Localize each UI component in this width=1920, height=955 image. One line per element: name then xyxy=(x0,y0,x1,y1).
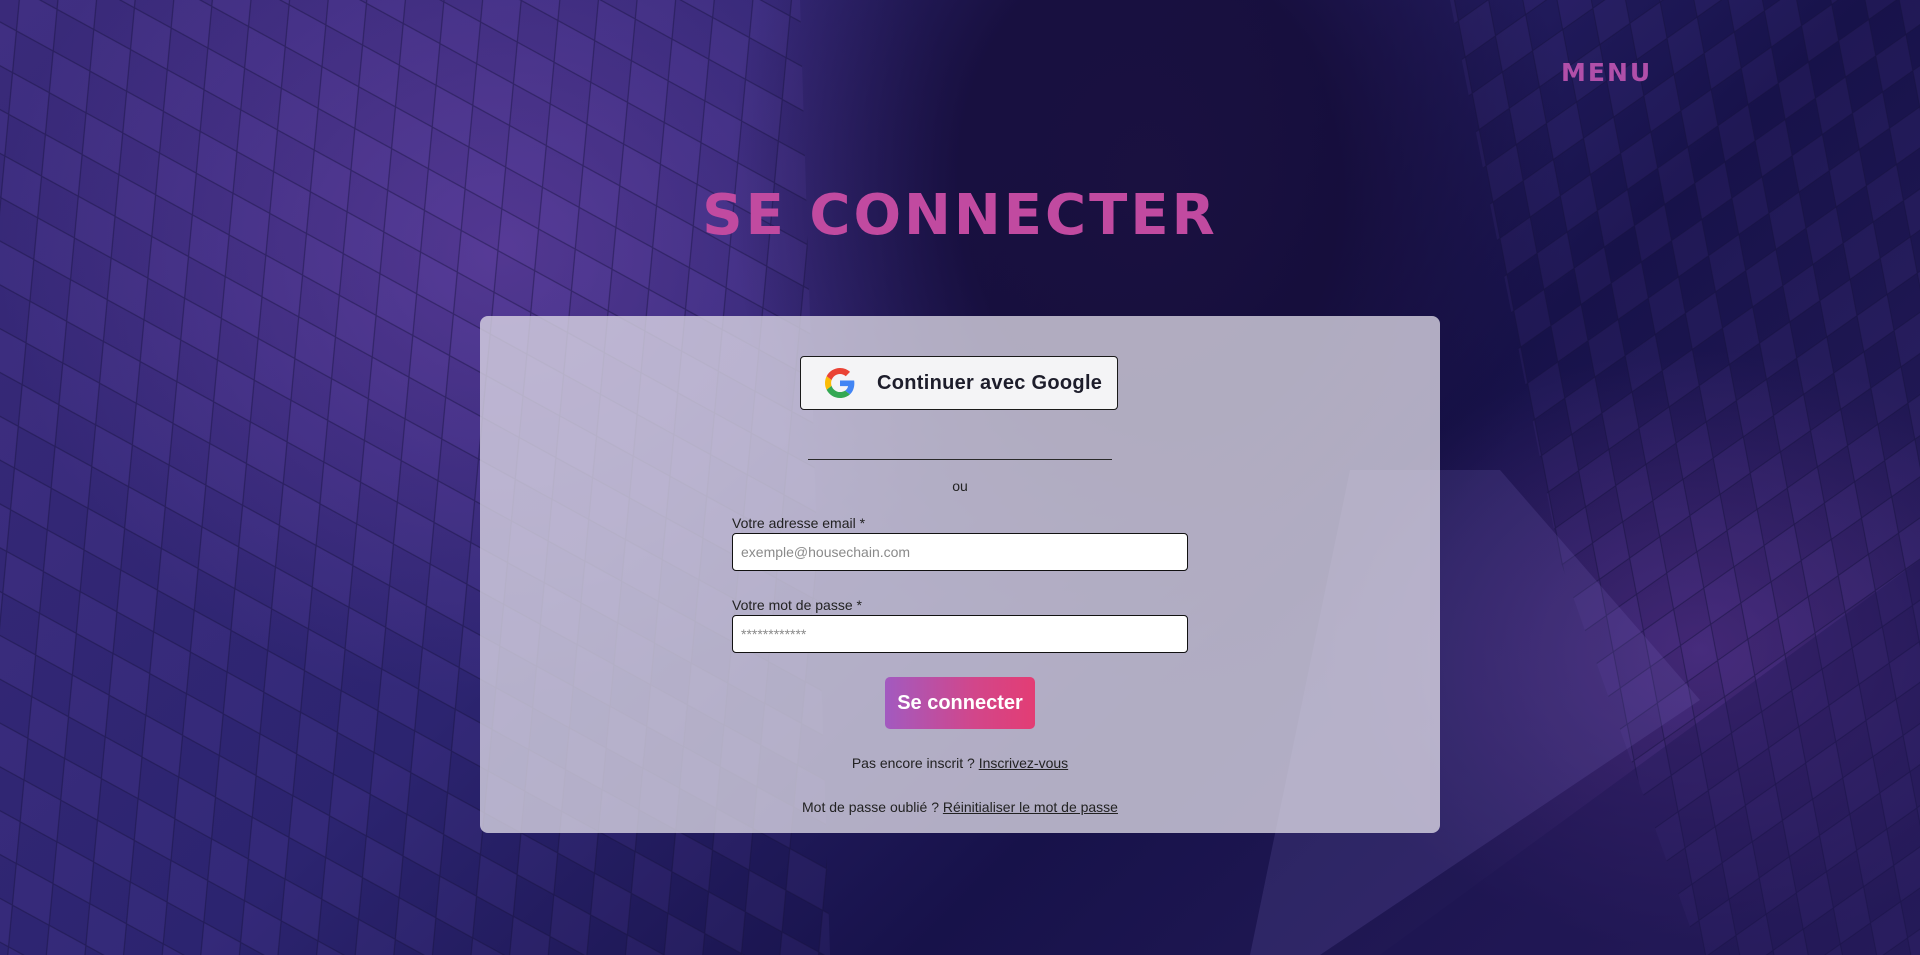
login-submit-button[interactable]: Se connecter xyxy=(885,677,1035,729)
google-icon xyxy=(825,368,855,398)
reset-password-link[interactable]: Réinitialiser le mot de passe xyxy=(943,799,1118,815)
separator-line xyxy=(808,459,1112,460)
forgot-password-prompt: Mot de passe oublié ? xyxy=(802,799,939,815)
password-label: Votre mot de passe * xyxy=(732,597,862,613)
separator-text: ou xyxy=(952,478,968,494)
page-title: SE CONNECTER xyxy=(702,183,1218,248)
signup-line: Pas encore inscrit ? Inscrivez-vous xyxy=(480,755,1440,771)
email-field[interactable] xyxy=(732,533,1188,571)
email-label: Votre adresse email * xyxy=(732,515,866,531)
signup-link[interactable]: Inscrivez-vous xyxy=(979,755,1068,771)
password-field[interactable] xyxy=(732,615,1188,653)
menu-button[interactable]: MENU xyxy=(1561,58,1652,87)
google-signin-label: Continuer avec Google xyxy=(877,371,1103,394)
forgot-password-line: Mot de passe oublié ? Réinitialiser le m… xyxy=(480,799,1440,815)
google-signin-button[interactable]: Continuer avec Google xyxy=(800,356,1118,410)
signup-prompt: Pas encore inscrit ? xyxy=(851,755,975,771)
login-card: Continuer avec Google ou Votre adresse e… xyxy=(480,316,1440,833)
